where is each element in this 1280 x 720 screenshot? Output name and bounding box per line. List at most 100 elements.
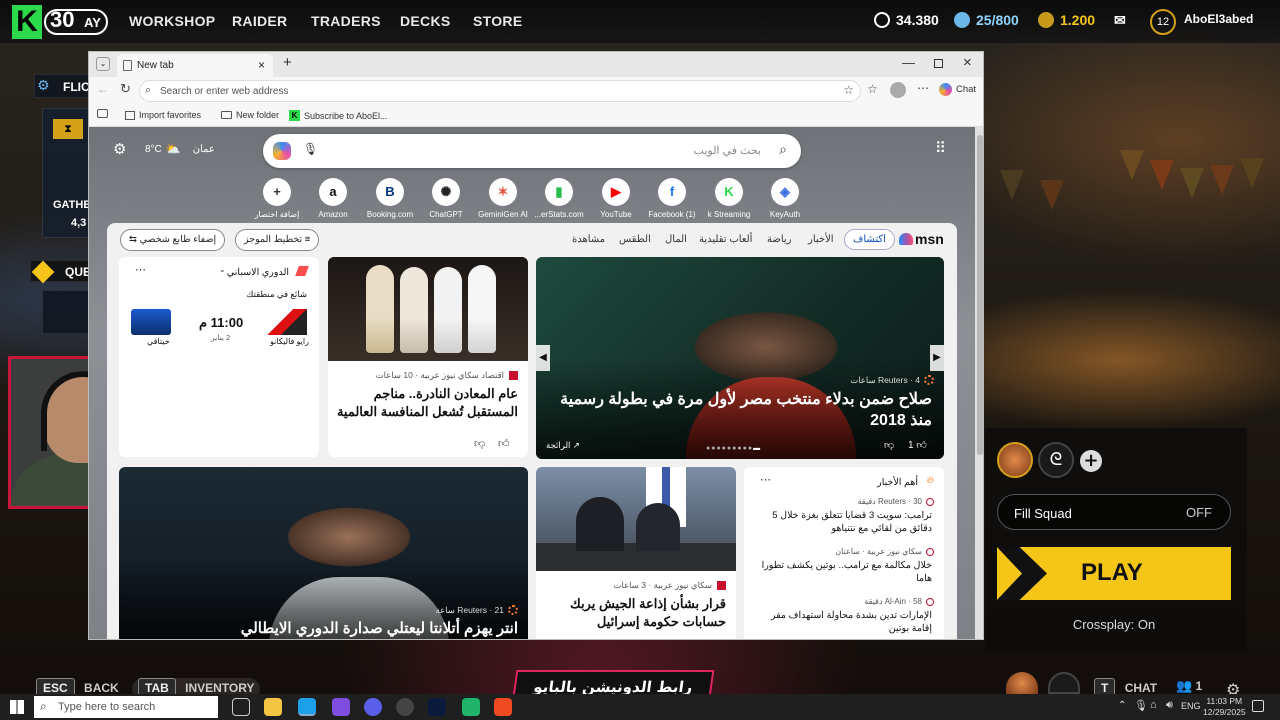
notifications-icon[interactable] — [1252, 700, 1264, 712]
quick-link[interactable]: f Facebook (1) — [642, 178, 702, 219]
quick-link[interactable]: ▮ ...erStats.com — [529, 178, 589, 219]
top-news-card[interactable]: ⋯ أهم الأخبار 🔥︎ Reuters · 30 دقيقة ترامب… — [744, 467, 944, 639]
language-indicator[interactable]: ENG — [1181, 701, 1201, 711]
feed-tab-watch[interactable]: مشاهدة — [572, 234, 605, 245]
microphone-icon[interactable]: 🎙 — [303, 142, 318, 156]
top-news-headline[interactable]: خلال مكالمة مع ترامب.. بوتين يكشف تطورا … — [756, 559, 932, 585]
web-search-box[interactable]: 🎙 بحث في الويب ⌕ — [263, 134, 801, 168]
hero-card[interactable]: ◀ ▶ Reuters · 4 ساعات صلاح ضمن بدلاء منت… — [536, 257, 944, 459]
nav-traders[interactable]: TRADERS — [311, 13, 381, 29]
favorites-icon[interactable]: ☆ — [867, 82, 878, 96]
brave-icon[interactable] — [494, 698, 512, 716]
search-icon[interactable]: ⌕ — [779, 141, 787, 158]
refresh-icon[interactable]: ↻ — [120, 81, 131, 97]
hero-headline[interactable]: صلاح ضمن بدلاء منتخب مصر لأول مرة في بطو… — [548, 389, 932, 431]
app-icon-5[interactable] — [462, 698, 480, 716]
new-tab-plus-icon[interactable]: + — [283, 54, 292, 71]
back-arrow-icon[interactable]: ← — [97, 82, 109, 96]
quick-link[interactable]: ▶ YouTube — [586, 178, 646, 219]
carousel-prev-icon[interactable]: ◀ — [536, 345, 550, 371]
minerals-headline[interactable]: عام المعادن النادرة.. مناجم المستقبل تُش… — [336, 385, 518, 421]
quick-link[interactable]: a Amazon — [303, 178, 363, 219]
fav-subscribe[interactable]: K Subscribe to AboEl... — [289, 110, 388, 121]
app-icon-1[interactable] — [332, 698, 350, 716]
feed-tab-money[interactable]: المال — [665, 234, 687, 245]
tab-close-icon[interactable]: × — [258, 58, 265, 72]
thumbs-up-icon[interactable]: 👍︎ — [498, 437, 510, 450]
hero-like[interactable]: 1 👍︎ — [908, 439, 927, 451]
nav-raider[interactable]: RAIDER — [232, 13, 287, 29]
reading-view-icon[interactable] — [97, 109, 108, 118]
taskbar-search[interactable]: ⌕ Type here to search — [34, 696, 218, 718]
more-options-icon[interactable]: ⋯ — [917, 81, 929, 95]
sports-card[interactable]: ⋯ ⌄ الدوري الاسباني شائع في منطقتك 11:00… — [119, 257, 319, 457]
quick-link[interactable]: ◈ KeyAuth — [755, 178, 815, 219]
windows-start-icon[interactable] — [10, 700, 24, 714]
fav-new-folder[interactable]: New folder — [221, 110, 279, 120]
app-icon-3[interactable] — [396, 698, 414, 716]
tab-actions-icon[interactable]: ⌄ — [96, 57, 110, 71]
army-headline[interactable]: قرار بشأن إذاعة الجيش يربك حسابات حكومة … — [544, 595, 726, 631]
maximize-icon[interactable] — [934, 59, 943, 68]
add-member-icon[interactable]: + — [1080, 450, 1102, 472]
trending-label[interactable]: ↗ الرائجة — [546, 440, 580, 451]
quest-item[interactable] — [42, 290, 90, 334]
quest-chip[interactable]: QUE — [30, 260, 91, 284]
volume-icon[interactable]: 🔊︎ — [1166, 699, 1173, 712]
fill-squad-toggle[interactable]: Fill Squad OFF — [997, 494, 1231, 530]
mic-tray-icon[interactable]: 🎙︎ — [1134, 699, 1148, 712]
edge-icon[interactable] — [298, 698, 316, 716]
feed-tab-news[interactable]: الأخبار — [808, 234, 834, 245]
inter-headline[interactable]: انتر يهزم أتلانتا ليعتلي صدارة الدوري ال… — [128, 619, 518, 639]
player-name[interactable]: AboEl3abed — [1184, 12, 1253, 26]
partner-logo-icon[interactable]: ᘓ — [1038, 442, 1074, 478]
quick-link[interactable]: B Booking.com — [360, 178, 420, 219]
close-window-icon[interactable]: × — [963, 54, 972, 71]
weather-widget[interactable]: 8°C ⛅ عمان — [145, 142, 215, 156]
feed-layout-button[interactable]: تخطيط الموجز ≡ — [235, 229, 320, 251]
carousel-next-icon[interactable]: ▶ — [930, 345, 944, 371]
chevron-down-icon[interactable]: ⌄ — [219, 265, 226, 274]
gather-card[interactable]: ⧗ GATHE 4,3 — [42, 108, 91, 238]
flic-chip[interactable]: ⚙ FLIC — [34, 74, 90, 98]
feed-tab-weather[interactable]: الطقس — [619, 234, 651, 245]
nav-decks[interactable]: DECKS — [400, 13, 451, 29]
quick-link[interactable]: ✶ GeminiGen AI — [473, 178, 533, 219]
quick-link[interactable]: Kk Streaming — [699, 178, 759, 219]
quick-link[interactable]: + إضافة اختصار — [247, 178, 307, 219]
feed-tab-games[interactable]: ألعاب تقليدية — [699, 234, 752, 245]
nav-workshop[interactable]: WORKSHOP — [129, 13, 215, 29]
play-button[interactable]: PLAY — [997, 547, 1231, 600]
quick-link[interactable]: ✺ ChatGPT — [416, 178, 476, 219]
feed-tab-sports[interactable]: رياضة — [767, 234, 792, 245]
profile-icon[interactable] — [890, 82, 906, 98]
level-play-pill[interactable]: 30 AY — [44, 9, 108, 35]
fav-import[interactable]: Import favorites — [125, 110, 201, 120]
tray-up-icon[interactable]: ⌃ — [1118, 700, 1126, 711]
minerals-card[interactable]: اقتصاد سكاي نيوز عربية · 10 ساعات عام ال… — [328, 257, 528, 457]
thumbs-down-icon[interactable]: 👎︎ — [474, 437, 485, 450]
page-settings-icon[interactable]: ⚙ — [113, 140, 126, 158]
clock[interactable]: 11:03 PM 12/29/2025 — [1203, 696, 1246, 718]
msn-logo[interactable]: msn — [899, 231, 944, 247]
page-scrollbar[interactable] — [975, 127, 983, 639]
inter-card[interactable]: Reuters · 21 ساعة انتر يهزم أتلانتا ليعت… — [119, 467, 528, 639]
nav-store[interactable]: STORE — [473, 13, 522, 29]
tab-new-tab[interactable]: New tab × — [117, 54, 273, 77]
scroll-thumb[interactable] — [977, 135, 983, 455]
app-icon-4[interactable] — [428, 698, 446, 716]
network-icon[interactable]: ⌂ — [1150, 699, 1157, 711]
top-news-headline[interactable]: ترامب: سويت 3 قضايا تتعلق بغزة خلال 5 دق… — [756, 509, 932, 535]
personalize-button[interactable]: ⇆ إضفاء طابع شخصي — [120, 229, 226, 251]
copilot-chat-button[interactable]: Chat — [939, 83, 976, 96]
address-bar[interactable]: ⌕ Search or enter web address ☆ — [139, 80, 861, 102]
mail-icon[interactable]: ✉ — [1114, 12, 1126, 29]
apps-grid-icon[interactable]: ⠿ — [935, 139, 946, 157]
top-news-headline[interactable]: الإمارات تدين بشدة محاولة استهداف مقر إق… — [756, 609, 932, 635]
file-explorer-icon[interactable] — [264, 698, 282, 716]
feed-tab-discover[interactable]: اكتشاف — [844, 229, 895, 250]
army-card[interactable]: سكاي نيوز عربية · 3 ساعات قرار بشأن إذاع… — [536, 467, 736, 639]
more-icon[interactable]: ⋯ — [135, 263, 146, 276]
hero-dislike-icon[interactable]: 👎︎ — [884, 439, 894, 451]
favorite-star-icon[interactable]: ☆ — [843, 83, 854, 97]
